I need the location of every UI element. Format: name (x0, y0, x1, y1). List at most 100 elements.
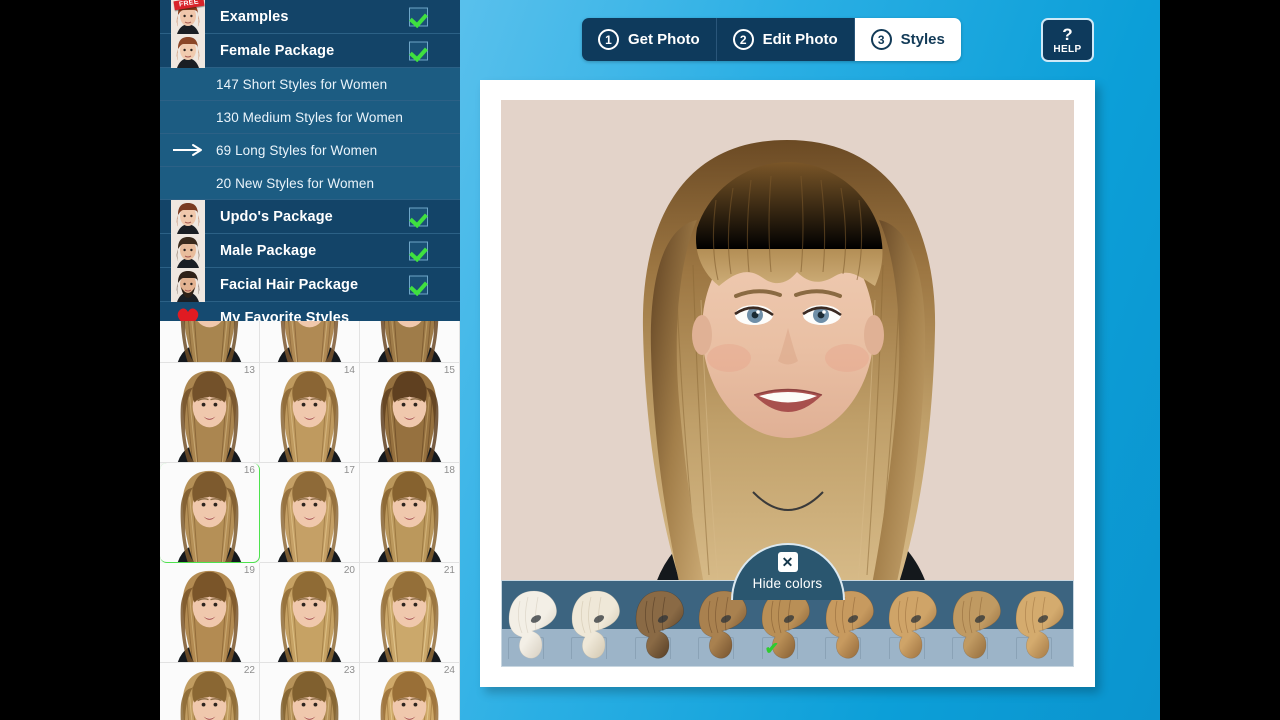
color-swatch-platinum-blonde[interactable] (502, 581, 565, 666)
sidebar: FREE Examples Female Package 147 Short Sty… (160, 0, 460, 720)
style-thumbnail-number: 24 (443, 665, 455, 676)
style-thumbnail-20[interactable]: 20 (260, 563, 360, 663)
color-swatch-light-brown[interactable] (946, 581, 1009, 666)
package-checkbox-checked[interactable] (409, 7, 428, 26)
color-swatch-dark-blonde[interactable] (1010, 581, 1073, 666)
sidebar-item-examples[interactable]: FREE Examples (160, 0, 460, 34)
style-thumbnail-number: 13 (243, 365, 255, 376)
sidebar-subitem-label: 69 Long Styles for Women (216, 142, 378, 158)
style-thumbnail-24[interactable]: 24 (360, 663, 460, 720)
letterbox-left (0, 0, 160, 720)
style-thumbnail-number: 18 (443, 465, 455, 476)
style-thumbnail-number: 19 (243, 565, 255, 576)
style-thumbnail-13[interactable]: 13 (160, 363, 260, 463)
arrow-right-icon (173, 144, 202, 156)
style-thumbnail[interactable] (260, 321, 360, 363)
color-swatch-light-ash-blonde[interactable] (565, 581, 628, 666)
tab-get-photo[interactable]: 1 Get Photo (582, 18, 716, 61)
package-checkbox-checked[interactable] (409, 207, 428, 226)
package-list: FREE Examples Female Package 147 Short Sty… (160, 0, 460, 335)
sidebar-item-label: Male Package (220, 242, 317, 259)
sidebar-subitem-147-short-styles-for-women[interactable]: 147 Short Styles for Women (160, 68, 460, 101)
style-thumbnail-22[interactable]: 22 (160, 663, 260, 720)
avatar-man-beard (171, 267, 205, 302)
style-thumbnail-23[interactable]: 23 (260, 663, 360, 720)
style-thumbnail-image-long-layered-blonde (360, 463, 459, 562)
style-thumbnail-15[interactable]: 15 (360, 363, 460, 463)
photo-panel: ✕ Hide colors ✔ (480, 80, 1095, 687)
sidebar-subitem-label: 130 Medium Styles for Women (216, 109, 404, 125)
style-thumbnail-image-long-wavy-brown (260, 321, 359, 362)
step-tabs: 1 Get Photo 2 Edit Photo 3 Styles (582, 18, 961, 61)
sidebar-item-label: Examples (220, 8, 289, 25)
style-thumbnail-image-long-wavy-layered-brown (160, 363, 259, 462)
tab-edit-photo[interactable]: 2 Edit Photo (715, 18, 854, 61)
style-thumbnail-16[interactable]: 16 (160, 463, 260, 563)
package-checkbox-checked[interactable] (409, 41, 428, 60)
help-label: HELP (1053, 43, 1082, 55)
tab-number-1: 1 (598, 29, 619, 50)
app-root: 1 Get Photo 2 Edit Photo 3 Styles ? HELP (0, 0, 1280, 720)
help-button[interactable]: ? HELP (1041, 18, 1094, 62)
style-thumbnail[interactable] (360, 321, 460, 363)
tab-styles[interactable]: 3 Styles (853, 18, 961, 61)
hide-colors-label: Hide colors (752, 576, 823, 591)
hair-color-sample-dark-blonde (1015, 590, 1065, 659)
photo-viewport[interactable]: ✕ Hide colors (501, 100, 1074, 600)
style-thumbnail-14[interactable]: 14 (260, 363, 360, 463)
current-selection-arrow-icon (160, 143, 216, 157)
sidebar-subitem-label: 147 Short Styles for Women (216, 76, 388, 92)
style-thumbnail-image-long-layered-brown (160, 321, 259, 362)
sidebar-subitem-69-long-styles-for-women[interactable]: 69 Long Styles for Women (160, 134, 460, 167)
style-thumbnail-image-long-blonde-bangs (160, 463, 259, 562)
letterbox-right (1160, 0, 1280, 720)
sidebar-item-male-package[interactable]: Male Package (160, 233, 460, 268)
tab-number-3: 3 (870, 29, 892, 50)
style-thumbnail[interactable] (160, 321, 260, 363)
sidebar-item-facial-hair-package[interactable]: Facial Hair Package (160, 267, 460, 302)
style-thumbnail-number: 22 (243, 665, 255, 676)
tab-label-styles: Styles (900, 31, 945, 48)
color-swatch-caramel-blonde[interactable] (883, 581, 946, 666)
style-thumbnail-grid[interactable]: 13 14 15 16 17 18 19 20 21 22 23 24 (160, 321, 460, 720)
style-thumbnail-image-long-straight-brown (360, 363, 459, 462)
style-thumbnail-image-medium-wavy-blonde (260, 563, 359, 662)
hair-color-sample-platinum-blonde (508, 590, 557, 659)
style-thumbnail-number: 20 (343, 565, 355, 576)
tab-label-get-photo: Get Photo (628, 31, 700, 48)
sidebar-item-label: Facial Hair Package (220, 276, 359, 293)
style-thumbnail-21[interactable]: 21 (360, 563, 460, 663)
package-checkbox-checked[interactable] (409, 241, 428, 260)
sidebar-item-label: Female Package (220, 42, 335, 59)
sidebar-item-updo-s-package[interactable]: Updo's Package (160, 199, 460, 234)
style-thumbnail-18[interactable]: 18 (360, 463, 460, 563)
sidebar-subitem-130-medium-styles-for-women[interactable]: 130 Medium Styles for Women (160, 101, 460, 134)
package-avatar (160, 233, 216, 268)
avatar-woman-auburn-hair (171, 33, 205, 68)
sidebar-item-label: Updo's Package (220, 208, 333, 225)
package-avatar (160, 33, 216, 68)
hair-color-sample-light-brown (952, 590, 1001, 659)
style-thumbnail-image-long-straight-blonde (260, 463, 359, 562)
style-thumbnail-number: 21 (443, 565, 455, 576)
hair-color-sample-light-ash-blonde (571, 590, 621, 659)
close-icon: ✕ (777, 552, 798, 572)
style-thumbnail-17[interactable]: 17 (260, 463, 360, 563)
style-thumbnail-number: 16 (243, 465, 255, 476)
style-thumbnail-image-medium-curly-blonde (360, 563, 459, 662)
portrait-image (501, 100, 1074, 600)
style-thumbnail-image-long-curly-brown (360, 321, 459, 362)
package-avatar (160, 199, 216, 234)
tab-number-2: 2 (732, 29, 754, 50)
selected-color-check-icon: ✔ (764, 639, 779, 658)
avatar-woman-updo (171, 199, 205, 234)
style-thumbnail-19[interactable]: 19 (160, 563, 260, 663)
style-thumbnail-number: 14 (343, 365, 355, 376)
sidebar-item-female-package[interactable]: Female Package (160, 33, 460, 68)
style-thumbnail-image-long-curly-blonde (160, 563, 259, 662)
tab-label-edit-photo: Edit Photo (762, 31, 838, 48)
hair-color-sample-dark-brown (635, 590, 684, 659)
package-checkbox-checked[interactable] (409, 275, 428, 294)
sidebar-subitem-20-new-styles-for-women[interactable]: 20 New Styles for Women (160, 167, 460, 200)
color-swatch-dark-brown[interactable] (629, 581, 692, 666)
